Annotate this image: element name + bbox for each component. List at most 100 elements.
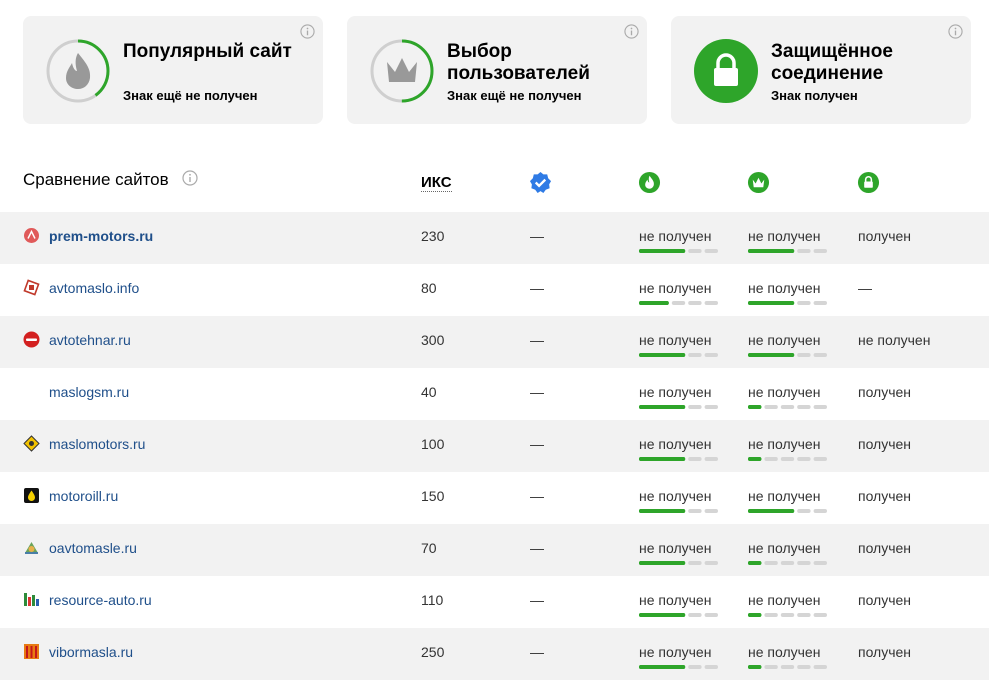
popular-status: не получен: [639, 280, 712, 296]
table-row: resource-auto.ru 110 — не получен не пол…: [0, 576, 989, 628]
badge-title: Выбор пользователей: [447, 41, 590, 84]
progress-segment-empty: [704, 405, 718, 409]
site-link[interactable]: avtotehnar.ru: [49, 332, 131, 348]
site-link[interactable]: maslomotors.ru: [49, 436, 145, 452]
verified-value: —: [530, 384, 544, 400]
popular-status: не получен: [639, 540, 712, 556]
site-link[interactable]: avtomaslo.info: [49, 280, 139, 296]
badge-card-secure: Защищённое соединение Знак получен: [671, 16, 971, 124]
progress-segment-empty: [688, 301, 702, 305]
comparison-title: Сравнение сайтов: [23, 170, 169, 189]
secure-status: получен: [858, 644, 912, 660]
crown-icon: [747, 171, 770, 194]
choice-progress-bar: [748, 561, 827, 565]
choice-status: не получен: [748, 280, 821, 296]
lock-icon: [857, 171, 880, 194]
progress-fill: [639, 457, 686, 461]
info-icon[interactable]: [300, 24, 315, 39]
badge-progress-ring: [46, 39, 110, 103]
progress-segment-empty: [797, 561, 811, 565]
choice-progress-bar: [748, 405, 827, 409]
badge-progress-ring: [694, 39, 758, 103]
popular-status: не получен: [639, 384, 712, 400]
progress-fill: [748, 613, 762, 617]
secure-status: получен: [858, 540, 912, 556]
progress-segment-empty: [780, 457, 795, 461]
progress-fill: [748, 301, 795, 305]
table-row: prem-motors.ru 230 — не получен не получ…: [0, 212, 989, 264]
badge-status: Знак получен: [771, 88, 858, 103]
progress-segment-empty: [780, 665, 795, 669]
progress-segment-empty: [813, 509, 827, 513]
progress-segment-empty: [764, 561, 778, 565]
choice-progress-bar: [748, 665, 827, 669]
site-link[interactable]: oavtomasle.ru: [49, 540, 137, 556]
info-icon[interactable]: [948, 24, 963, 39]
comparison-table: prem-motors.ru 230 — не получен не получ…: [0, 212, 989, 680]
popular-progress-bar: [639, 353, 718, 357]
progress-segment-empty: [797, 301, 811, 305]
column-header-iks[interactable]: ИКС: [421, 175, 452, 192]
choice-progress-bar: [748, 509, 827, 513]
progress-segment-empty: [813, 353, 827, 357]
iks-value: 230: [421, 228, 445, 244]
popular-progress-bar: [639, 613, 718, 617]
progress-segment-empty: [688, 509, 702, 513]
progress-segment-empty: [704, 249, 718, 253]
choice-status: не получен: [748, 592, 821, 608]
choice-progress-bar: [748, 249, 827, 253]
site-favicon: [24, 488, 39, 503]
choice-progress-bar: [748, 301, 827, 305]
progress-segment-empty: [813, 301, 827, 305]
popular-progress-bar: [639, 301, 718, 305]
choice-status: не получен: [748, 644, 821, 660]
verified-value: —: [530, 540, 544, 556]
progress-fill: [639, 665, 686, 669]
progress-segment-empty: [813, 405, 827, 409]
progress-fill: [748, 665, 762, 669]
progress-segment-empty: [813, 249, 827, 253]
secure-status: получен: [858, 436, 912, 452]
crown-icon: [387, 58, 417, 82]
progress-segment-empty: [813, 665, 827, 669]
verified-icon: [529, 171, 552, 194]
site-link[interactable]: prem-motors.ru: [49, 228, 153, 244]
progress-segment-empty: [797, 665, 811, 669]
site-link[interactable]: resource-auto.ru: [49, 592, 152, 608]
popular-progress-bar: [639, 665, 718, 669]
badge-progress-ring: [370, 39, 434, 103]
popular-status: не получен: [639, 436, 712, 452]
badge-card-popular: Популярный сайт Знак ещё не получен: [23, 16, 323, 124]
progress-fill: [639, 301, 669, 305]
choice-status: не получен: [748, 228, 821, 244]
verified-value: —: [530, 436, 544, 452]
progress-segment-empty: [764, 613, 778, 617]
info-icon[interactable]: [624, 24, 639, 39]
popular-status: не получен: [639, 488, 712, 504]
info-icon[interactable]: [182, 170, 198, 186]
progress-fill: [639, 613, 686, 617]
progress-fill: [639, 405, 686, 409]
site-favicon: [23, 331, 40, 348]
table-row: avtotehnar.ru 300 — не получен не получе…: [0, 316, 989, 368]
site-link[interactable]: maslogsm.ru: [49, 384, 129, 400]
progress-segment-empty: [780, 405, 795, 409]
iks-value: 40: [421, 384, 437, 400]
choice-progress-bar: [748, 353, 827, 357]
table-row: maslogsm.ru 40 — не получен не получен п…: [0, 368, 989, 420]
flame-icon: [66, 53, 91, 89]
progress-segment-empty: [704, 665, 718, 669]
progress-segment-empty: [764, 405, 778, 409]
site-link[interactable]: motoroill.ru: [49, 488, 118, 504]
badge-status: Знак ещё не получен: [123, 88, 258, 103]
popular-progress-bar: [639, 405, 718, 409]
progress-fill: [748, 353, 795, 357]
progress-segment-empty: [688, 457, 702, 461]
iks-value: 80: [421, 280, 437, 296]
progress-segment-empty: [813, 613, 827, 617]
site-link[interactable]: vibormasla.ru: [49, 644, 133, 660]
progress-segment-empty: [688, 249, 702, 253]
iks-value: 300: [421, 332, 445, 348]
site-favicon: [23, 279, 40, 296]
popular-progress-bar: [639, 249, 718, 253]
